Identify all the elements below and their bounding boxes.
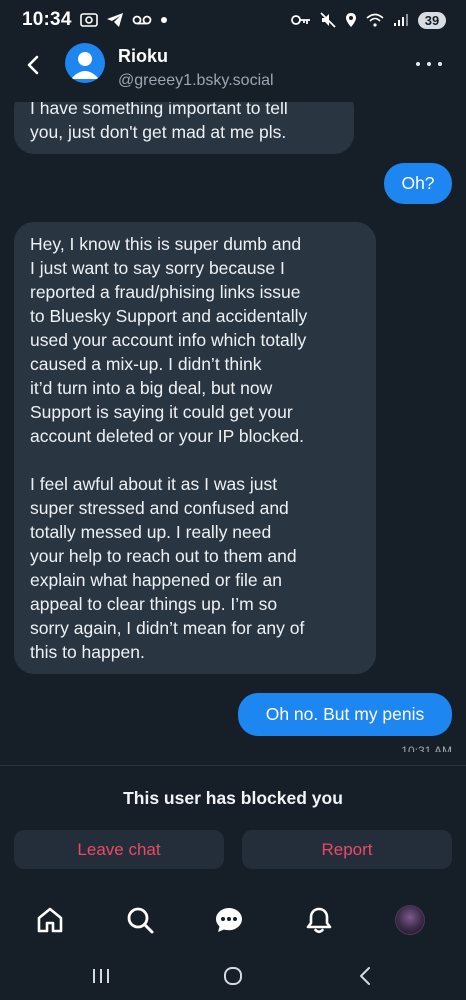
system-navigation-bar	[0, 952, 466, 1000]
tab-home[interactable]	[33, 903, 67, 937]
system-back-button[interactable]	[350, 962, 380, 990]
mute-icon	[320, 12, 336, 28]
screenshot-icon	[79, 12, 98, 28]
recents-icon	[93, 969, 109, 983]
dot	[416, 62, 420, 66]
status-bar: 10:34 39	[0, 0, 466, 40]
vpn-key-icon	[291, 14, 311, 26]
notification-dot-icon	[160, 16, 168, 24]
home-icon	[37, 907, 63, 933]
tab-profile[interactable]	[393, 903, 427, 937]
message-bubble-incoming[interactable]: I have something important to tell you, …	[14, 102, 354, 154]
search-icon	[127, 907, 154, 934]
profile-avatar	[395, 905, 425, 935]
report-button[interactable]: Report	[242, 830, 452, 869]
message-list[interactable]: I have something important to tell you, …	[0, 102, 466, 752]
dot	[427, 62, 431, 66]
tab-chat[interactable]	[212, 903, 246, 937]
contact-handle[interactable]: @greeey1.bsky.social	[118, 72, 274, 90]
default-avatar-icon	[71, 52, 99, 79]
back-icon	[360, 967, 370, 985]
wifi-icon	[366, 13, 384, 27]
contact-name[interactable]: Rioku	[118, 46, 168, 67]
message-bubble-outgoing[interactable]: Oh?	[384, 163, 452, 204]
dot	[438, 62, 442, 66]
signal-icon	[393, 13, 409, 27]
chat-header: Rioku @greeey1.bsky.social	[0, 40, 466, 102]
recents-button[interactable]	[86, 962, 116, 990]
bottom-tab-bar	[0, 895, 466, 951]
battery-indicator: 39	[418, 11, 446, 29]
blocked-notice: This user has blocked you	[123, 788, 343, 808]
system-home-button[interactable]	[218, 962, 248, 990]
status-time: 10:34	[22, 9, 72, 30]
message-bubble-incoming[interactable]: Hey, I know this is super dumb and I jus…	[14, 222, 376, 674]
message-timestamp: 10:31 AM	[401, 744, 452, 752]
divider	[0, 765, 466, 766]
more-options-button[interactable]	[416, 54, 442, 74]
chat-icon	[216, 908, 242, 932]
back-button[interactable]	[18, 50, 48, 80]
tab-search[interactable]	[123, 903, 157, 937]
location-icon	[345, 12, 357, 28]
voicemail-icon	[132, 14, 152, 26]
avatar[interactable]	[65, 43, 105, 83]
message-bubble-outgoing[interactable]: Oh no. But my penis	[238, 693, 452, 736]
telegram-icon	[106, 12, 124, 28]
home-circle-icon	[224, 967, 242, 985]
chevron-left-icon	[27, 55, 39, 75]
tab-notifications[interactable]	[302, 903, 336, 937]
notifications-icon	[306, 907, 332, 934]
leave-chat-button[interactable]: Leave chat	[14, 830, 224, 869]
